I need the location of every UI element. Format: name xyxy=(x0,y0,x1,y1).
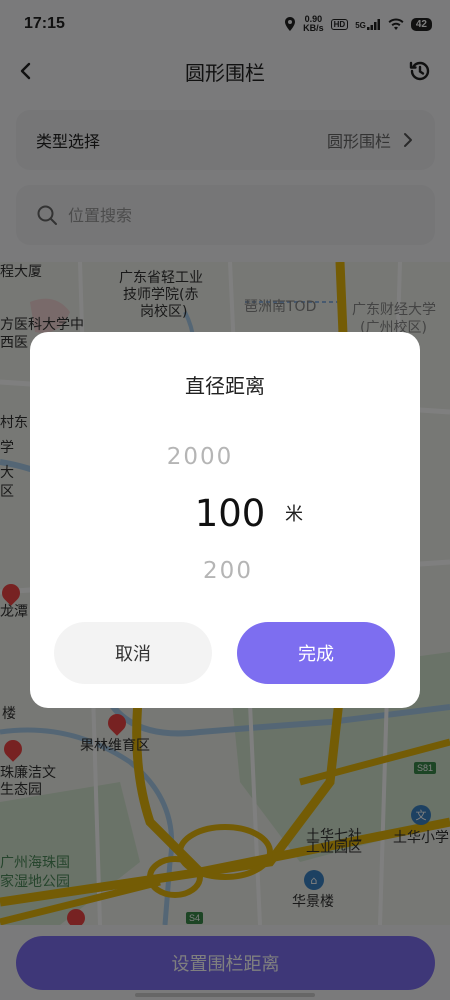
picker-option-prev[interactable]: 2000 xyxy=(140,444,260,470)
picker-option-next[interactable]: 200 xyxy=(168,558,288,584)
dialog-title: 直径距离 xyxy=(185,374,265,398)
done-button[interactable]: 完成 xyxy=(237,622,395,684)
picker-unit-label: 米 xyxy=(285,504,303,525)
cancel-button[interactable]: 取消 xyxy=(54,622,212,684)
picker-option-selected[interactable]: 100 xyxy=(160,492,300,535)
